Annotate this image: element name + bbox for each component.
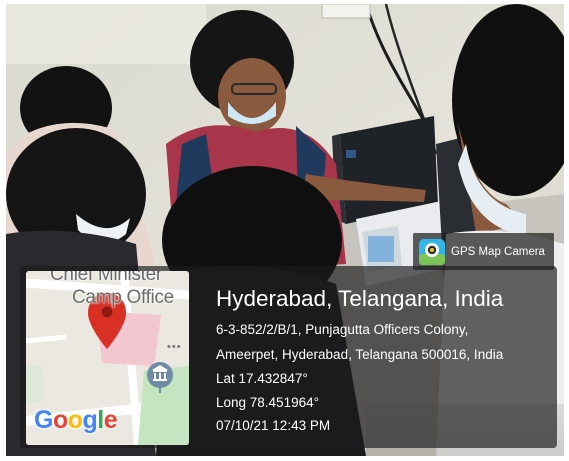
location-info-panel: Chief Minister Camp Office ••• Google Hy… [20, 266, 557, 448]
google-logo-letter: e [103, 406, 118, 434]
map-place-label: Camp Office [72, 287, 174, 308]
date-time: 07/10/21 12:43 PM [216, 418, 331, 433]
longitude: Long 78.451964° [216, 395, 319, 410]
latitude: Lat 17.432847° [216, 371, 308, 386]
google-logo: Google [34, 406, 118, 435]
address-line-2: Ameerpet, Hyderabad, Telangana 500016, I… [216, 347, 504, 362]
google-logo-letter: G [34, 406, 53, 434]
badge-label: GPS Map Camera [451, 245, 545, 258]
geotagged-photo: GPS Map Camera Chief Minister Camp Offic… [0, 0, 569, 461]
location-map: Chief Minister Camp Office ••• Google [26, 271, 189, 445]
gps-map-camera-icon [419, 238, 445, 265]
google-logo-letter: g [82, 406, 98, 434]
google-logo-letter: o [67, 406, 83, 434]
city-title: Hyderabad, Telangana, India [216, 286, 504, 311]
google-logo-letter: o [52, 406, 68, 434]
map-more-icon: ••• [167, 341, 182, 353]
map-place-label: Chief Minister [50, 271, 162, 285]
address-line-1: 6-3-852/2/B/1, Punjagutta Officers Colon… [216, 322, 469, 337]
gps-map-camera-badge: GPS Map Camera [413, 233, 554, 270]
